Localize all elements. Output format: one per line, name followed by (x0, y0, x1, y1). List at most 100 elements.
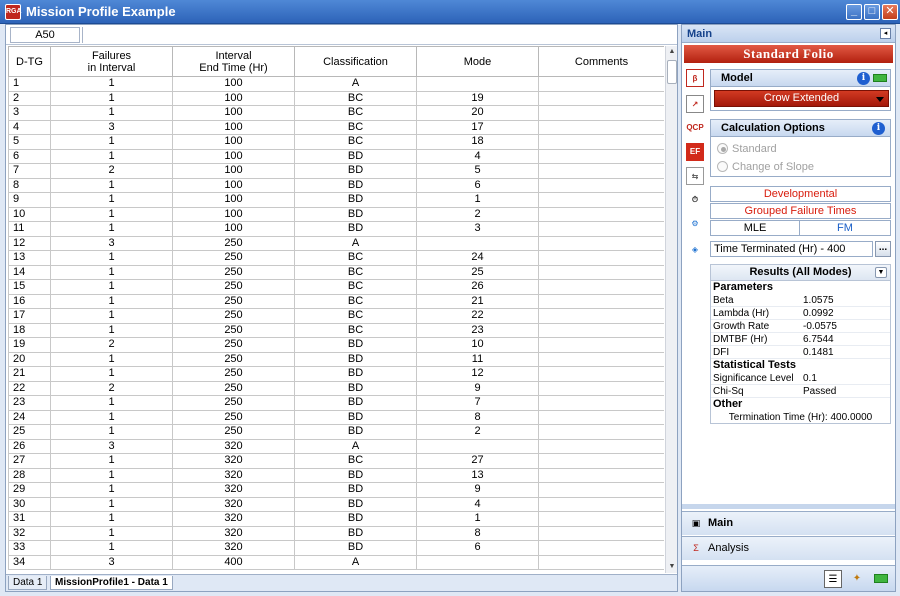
scroll-down-icon[interactable]: ▼ (667, 561, 677, 573)
table-cell[interactable] (538, 264, 664, 280)
table-cell[interactable]: BD (294, 467, 417, 483)
table-cell[interactable]: A (294, 76, 417, 92)
table-cell[interactable]: 1 (50, 148, 173, 164)
table-cell[interactable] (538, 395, 664, 411)
column-header[interactable]: Classification (294, 46, 417, 77)
table-cell[interactable] (538, 206, 664, 222)
table-cell[interactable]: 1 (50, 221, 173, 237)
table-cell[interactable]: 1 (50, 134, 173, 150)
nav-main[interactable]: ▣ Main (682, 511, 895, 535)
table-cell[interactable] (416, 438, 539, 454)
table-cell[interactable]: 3 (8, 105, 51, 121)
table-cell[interactable]: 34 (8, 554, 51, 570)
table-cell[interactable]: 100 (172, 221, 295, 237)
table-cell[interactable]: 29 (8, 482, 51, 498)
table-cell[interactable]: 9 (416, 482, 539, 498)
table-cell[interactable]: BD (294, 511, 417, 527)
scroll-up-icon[interactable]: ▲ (667, 46, 677, 58)
table-cell[interactable]: 1 (50, 511, 173, 527)
table-cell[interactable]: 30 (8, 496, 51, 512)
table-cell[interactable] (538, 496, 664, 512)
column-header[interactable]: D-TG (8, 46, 51, 77)
table-cell[interactable]: 100 (172, 163, 295, 179)
beta-icon[interactable]: β (686, 69, 704, 87)
developmental-button[interactable]: Developmental (710, 186, 891, 202)
table-cell[interactable]: 100 (172, 105, 295, 121)
status-icon[interactable] (872, 570, 890, 588)
table-cell[interactable] (538, 366, 664, 382)
table-cell[interactable]: 18 (416, 134, 539, 150)
table-cell[interactable]: 100 (172, 206, 295, 222)
table-cell[interactable]: BD (294, 395, 417, 411)
table-cell[interactable]: 31 (8, 511, 51, 527)
table-cell[interactable]: 20 (8, 351, 51, 367)
table-cell[interactable]: BD (294, 192, 417, 208)
table-cell[interactable] (538, 105, 664, 121)
table-cell[interactable]: 400 (172, 554, 295, 570)
table-cell[interactable]: 250 (172, 424, 295, 440)
plot-group-icon[interactable]: ⚙ (686, 215, 704, 233)
table-cell[interactable]: 250 (172, 380, 295, 396)
table-cell[interactable]: 13 (8, 250, 51, 266)
table-cell[interactable]: BC (294, 279, 417, 295)
table-cell[interactable]: BD (294, 496, 417, 512)
table-cell[interactable]: BC (294, 264, 417, 280)
table-cell[interactable]: 4 (416, 496, 539, 512)
table-cell[interactable]: 1 (416, 511, 539, 527)
table-cell[interactable]: 250 (172, 395, 295, 411)
vertical-scrollbar[interactable]: ▲ ▼ (665, 46, 677, 573)
table-cell[interactable]: 17 (8, 308, 51, 324)
table-cell[interactable]: 250 (172, 409, 295, 425)
time-terminated-field[interactable]: Time Terminated (Hr) - 400 (710, 241, 873, 257)
table-cell[interactable]: 8 (416, 409, 539, 425)
table-cell[interactable]: 100 (172, 192, 295, 208)
table-cell[interactable]: 25 (8, 424, 51, 440)
table-cell[interactable]: 2 (50, 337, 173, 353)
table-cell[interactable]: 25 (416, 264, 539, 280)
table-cell[interactable] (538, 409, 664, 425)
notes-icon[interactable]: ☰ (824, 570, 842, 588)
table-cell[interactable]: 23 (416, 322, 539, 338)
table-cell[interactable]: 2 (416, 206, 539, 222)
table-cell[interactable]: 100 (172, 76, 295, 92)
table-cell[interactable]: BC (294, 453, 417, 469)
table-cell[interactable]: 24 (8, 409, 51, 425)
tab-data-1[interactable]: Data 1 (8, 576, 48, 590)
table-cell[interactable] (538, 293, 664, 309)
table-cell[interactable]: 1 (50, 76, 173, 92)
model-dropdown[interactable]: Crow Extended (714, 90, 889, 107)
table-cell[interactable]: 13 (416, 467, 539, 483)
table-cell[interactable]: 32 (8, 525, 51, 541)
fm-button[interactable]: FM (799, 220, 891, 236)
table-cell[interactable]: 250 (172, 235, 295, 251)
table-cell[interactable]: 1 (50, 453, 173, 469)
table-cell[interactable]: 1 (50, 308, 173, 324)
table-cell[interactable]: BD (294, 424, 417, 440)
table-cell[interactable] (538, 119, 664, 135)
table-cell[interactable]: 6 (416, 540, 539, 556)
table-cell[interactable]: 14 (8, 264, 51, 280)
table-cell[interactable]: 2 (8, 90, 51, 106)
table-cell[interactable]: 1 (50, 467, 173, 483)
table-cell[interactable]: 1 (50, 177, 173, 193)
table-cell[interactable]: 8 (416, 525, 539, 541)
table-cell[interactable] (538, 467, 664, 483)
table-cell[interactable]: 9 (416, 380, 539, 396)
table-cell[interactable]: 6 (8, 148, 51, 164)
table-cell[interactable]: 2 (416, 424, 539, 440)
table-cell[interactable] (538, 308, 664, 324)
table-cell[interactable]: 11 (416, 351, 539, 367)
table-cell[interactable]: A (294, 235, 417, 251)
table-cell[interactable]: 6 (416, 177, 539, 193)
table-cell[interactable]: 100 (172, 134, 295, 150)
table-cell[interactable]: 12 (416, 366, 539, 382)
table-cell[interactable]: 1 (50, 351, 173, 367)
table-cell[interactable] (416, 554, 539, 570)
table-cell[interactable] (538, 351, 664, 367)
option-change-of-slope[interactable]: Change of Slope (717, 160, 814, 174)
table-cell[interactable]: 320 (172, 438, 295, 454)
table-cell[interactable]: 1 (50, 395, 173, 411)
table-cell[interactable]: 100 (172, 90, 295, 106)
table-cell[interactable]: BD (294, 337, 417, 353)
table-cell[interactable]: 28 (8, 467, 51, 483)
